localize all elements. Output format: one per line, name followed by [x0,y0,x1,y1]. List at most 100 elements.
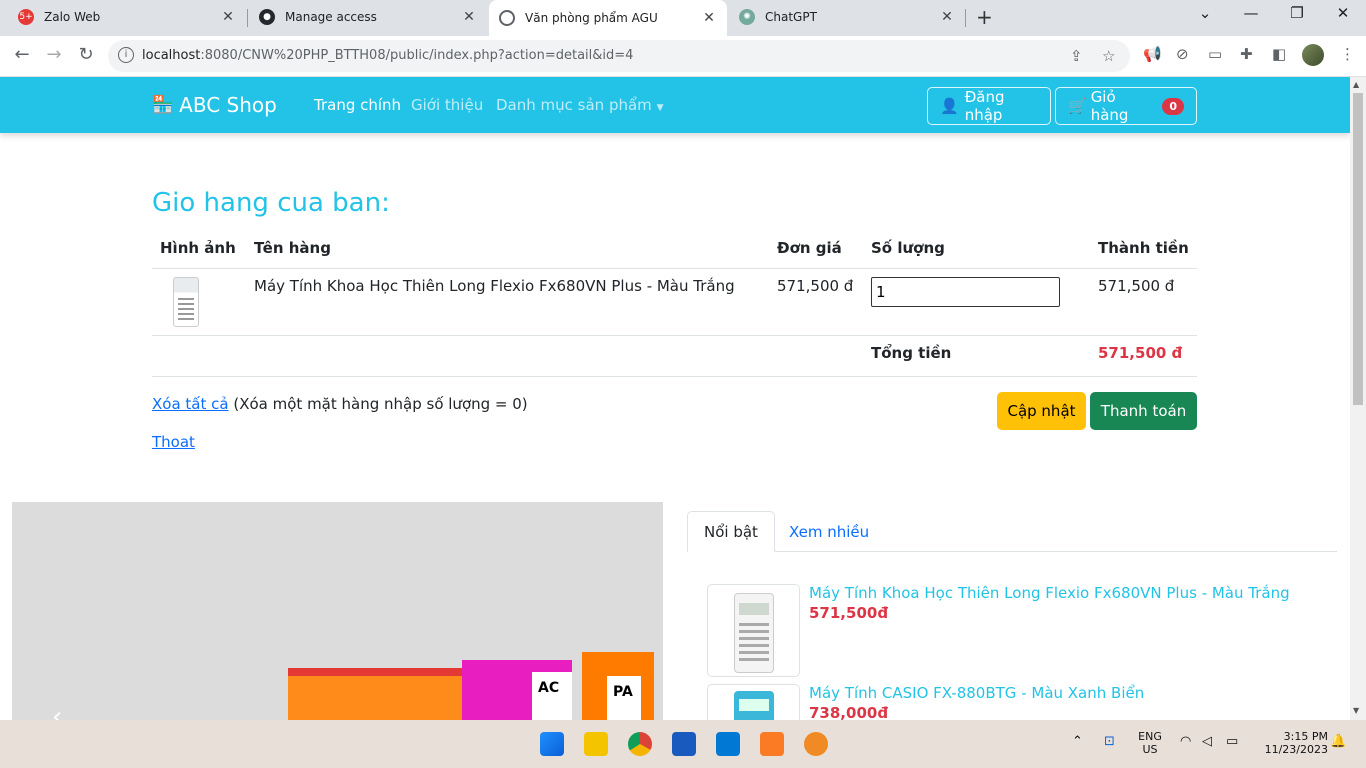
col-name: Tên hàng [246,235,769,269]
vscode-icon[interactable] [716,732,740,756]
word-icon[interactable] [672,732,696,756]
chevron-up-icon[interactable]: ⌃ [1072,734,1083,749]
product-name[interactable]: Máy Tính CASIO FX-880BTG - Màu Xanh Biển [809,684,1144,702]
pdf-app-icon[interactable] [804,732,828,756]
info-icon[interactable]: i [118,47,134,63]
volume-icon[interactable]: ◁ [1202,734,1212,749]
product-name[interactable]: Máy Tính Khoa Học Thiên Long Flexio Fx68… [809,584,1290,602]
back-icon[interactable]: ← [10,44,34,65]
bell-icon[interactable]: 🔔 [1330,734,1346,749]
close-icon[interactable]: ✕ [461,9,477,25]
product-thumbnail [173,276,199,327]
tab-chatgpt[interactable]: ✺ ChatGPT ✕ [729,0,965,34]
scroll-up-icon[interactable]: ▲ [1353,80,1359,89]
table-row: Máy Tính Khoa Học Thiên Long Flexio Fx68… [152,268,1197,336]
time: 3:15 PM [1283,730,1328,743]
product-price: 571,500đ [809,604,889,622]
extensions-icon[interactable]: ✚ [1240,45,1253,63]
page-scrollbar[interactable]: ▲ ▼ [1350,77,1366,720]
binder-label: AC [532,672,572,720]
cart-table: Hình ảnh Tên hàng Đơn giá Số lượng Thành… [152,235,1197,377]
file-explorer-icon[interactable] [584,732,608,756]
avatar[interactable] [1302,44,1324,66]
compass-icon[interactable]: ⊘ [1176,45,1189,63]
tab-title: Manage access [285,10,377,24]
cart-button[interactable]: 🛒 Giỏ hàng 0 [1055,87,1197,125]
update-button[interactable]: Cập nhật [997,392,1086,430]
product-tabs: Nổi bật Xem nhiều [687,511,1337,552]
binder-label: PA [607,676,641,720]
wifi-icon[interactable]: ◠ [1180,734,1191,749]
promo-carousel[interactable]: AC PA ‹ [12,502,663,720]
login-label: Đăng nhập [964,88,1005,124]
scroll-thumb[interactable] [1353,93,1363,405]
new-tab-icon[interactable]: + [976,5,993,29]
clock[interactable]: 3:15 PM 11/23/2023 [1256,730,1328,756]
restore-icon[interactable]: ❐ [1282,4,1312,22]
nav-categories[interactable]: Danh mục sản phẩm ▼ [496,96,663,114]
brand[interactable]: 🏪 ABC Shop [152,93,277,117]
total-label: Tổng tiền [863,335,1090,377]
clear-all-link[interactable]: Xóa tất cả [152,395,229,413]
chrome-icon[interactable] [628,732,652,756]
windows-start-icon[interactable] [540,732,564,756]
login-button[interactable]: 👤 Đăng nhập [927,87,1051,125]
tab-title: Zalo Web [44,10,101,24]
product-name: Máy Tính Khoa Học Thiên Long Flexio Fx68… [246,268,769,336]
language-code: ENG [1138,730,1162,743]
scroll-down-icon[interactable]: ▼ [1353,706,1359,715]
chatgpt-icon: ✺ [739,9,755,25]
close-icon[interactable]: ✕ [220,9,236,25]
brand-name: ABC Shop [179,93,277,117]
product-subtotal: 571,500 đ [1090,268,1197,336]
browser-toolbar: ← → ↻ i localhost:8080/CNW%20PHP_BTTH08/… [0,36,1366,77]
nav-about[interactable]: Giới thiệu [411,96,483,114]
binder-image [288,668,468,720]
close-icon[interactable]: ✕ [939,9,955,25]
product-image [707,584,800,677]
nav-home[interactable]: Trang chính [314,96,401,114]
minimize-icon[interactable]: — [1236,4,1266,22]
quantity-input[interactable] [871,276,1060,307]
tab-search-icon[interactable]: ⌄ [1190,4,1220,22]
product-price: 571,500 đ [769,268,863,336]
cart-label: Giỏ hàng [1090,88,1129,124]
date: 11/23/2023 [1264,743,1328,756]
tab-title: Văn phòng phẩm AGU [525,11,658,25]
col-qty: Số lượng [863,235,1090,269]
sidepanel-icon[interactable]: ◧ [1272,45,1286,63]
tab-most-viewed[interactable]: Xem nhiều [773,511,885,552]
close-icon[interactable]: ✕ [701,10,717,26]
battery-icon[interactable]: ▭ [1226,734,1238,749]
tab-featured[interactable]: Nổi bật [687,511,775,552]
tab-van-phong-pham[interactable]: Văn phòng phẩm AGU ✕ [489,0,727,36]
document-icon[interactable]: ▭ [1208,45,1222,63]
tab-title: ChatGPT [765,10,817,24]
reload-icon[interactable]: ↻ [74,44,98,65]
list-item[interactable]: Máy Tính Khoa Học Thiên Long Flexio Fx68… [707,584,1327,678]
caret-down-icon: ▼ [656,103,664,113]
taskbar: ⌃ ⊡ ENG US ◠ ◁ ▭ 3:15 PM 11/23/2023 🔔 [0,720,1366,768]
xampp-icon[interactable] [760,732,784,756]
menu-icon[interactable]: ⋮ [1340,45,1355,63]
share-icon[interactable]: ⇪ [1070,47,1083,65]
address-bar[interactable]: i localhost:8080/CNW%20PHP_BTTH08/public… [108,40,1130,72]
input-method-icon[interactable]: ⊡ [1104,734,1115,749]
site-navbar: 🏪 ABC Shop Trang chính Giới thiệu Danh m… [0,77,1350,133]
close-window-icon[interactable]: ✕ [1328,4,1358,22]
star-icon[interactable]: ☆ [1102,47,1115,65]
chevron-left-icon[interactable]: ‹ [52,702,62,720]
megaphone-icon[interactable]: 📢 [1143,45,1162,63]
list-item[interactable]: Máy Tính CASIO FX-880BTG - Màu Xanh Biển… [707,684,1327,720]
region-code: US [1142,743,1158,756]
tab-manage-access[interactable]: ● Manage access ✕ [249,0,487,34]
tab-zalo[interactable]: 5+ Zalo Web ✕ [8,0,246,34]
logout-link[interactable]: Thoat [152,433,195,451]
language-indicator[interactable]: ENG US [1136,730,1164,756]
github-icon: ● [259,9,275,25]
clear-note: (Xóa một mặt hàng nhập số lượng = 0) [233,395,528,413]
forward-icon[interactable]: → [42,44,66,65]
checkout-button[interactable]: Thanh toán [1090,392,1197,430]
url-path: :8080/CNW%20PHP_BTTH08/public/index.php?… [200,48,634,63]
globe-icon [499,10,515,26]
